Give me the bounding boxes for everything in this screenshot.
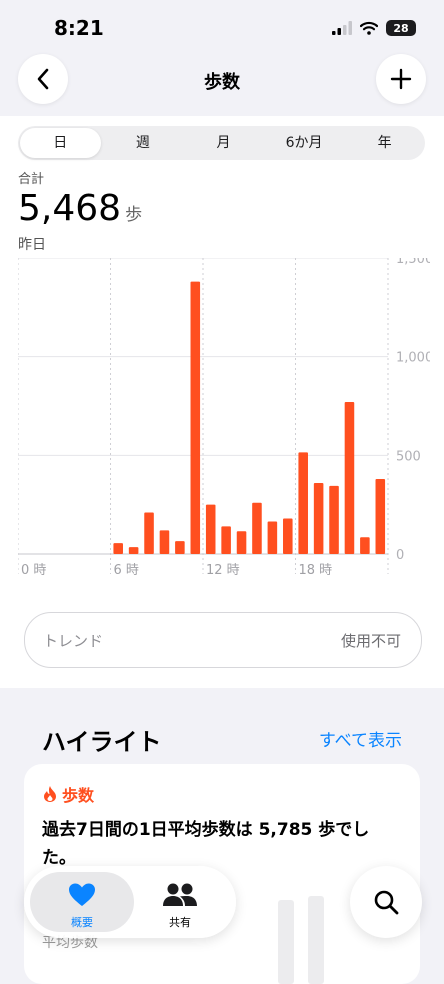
- bar-hour-11: [190, 281, 201, 554]
- show-all-link[interactable]: すべて表示: [319, 726, 402, 751]
- bar-hour-19: [313, 482, 324, 554]
- status-bar: 8:21 28: [0, 0, 444, 60]
- segment-week[interactable]: 週: [103, 126, 184, 160]
- bar-hour-20: [329, 485, 339, 554]
- tab-summary-label: 概要: [71, 916, 93, 929]
- tab-sharing[interactable]: 共有: [128, 872, 232, 932]
- total-unit: 歩: [125, 205, 143, 225]
- people-icon: [163, 883, 197, 906]
- trend-label: トレンド: [43, 632, 104, 650]
- plus-icon: [390, 68, 412, 90]
- signal-icon: [332, 21, 352, 35]
- bar-hour-10: [175, 541, 185, 554]
- highlight-text: 過去7日間の1日平均歩数は 5,785 歩でした。: [42, 820, 370, 868]
- status-time: 8:21: [54, 16, 104, 40]
- search-button[interactable]: [350, 866, 422, 938]
- tab-sharing-icon-wrap: [128, 882, 232, 912]
- trend-value: 使用不可: [340, 632, 401, 650]
- highlights-title: ハイライト: [42, 728, 162, 756]
- time-range-segmented-control: 日 週 月 6か月 年: [18, 126, 425, 160]
- bar-hour-14: [236, 531, 247, 554]
- hourly-steps-chart[interactable]: 1,500 1,000 500 0 0 時 6 時 12 時 18 時: [18, 258, 430, 588]
- y-tick-label: 1,000: [396, 351, 430, 366]
- highlight-header: 歩数: [42, 782, 94, 806]
- tab-summary-icon-wrap: [30, 882, 134, 912]
- date-label: 昨日: [18, 237, 46, 253]
- y-tick-label: 0: [396, 548, 404, 563]
- bar-hour-15: [252, 502, 262, 554]
- bar-hour-21: [344, 402, 355, 554]
- highlight-category: 歩数: [62, 786, 95, 805]
- bar-hour-12: [205, 504, 216, 554]
- bar-hour-9: [159, 530, 170, 554]
- bar-hour-23: [375, 479, 386, 554]
- total-number: 5,468: [18, 188, 122, 229]
- x-tick-label: 12 時: [206, 563, 240, 578]
- search-icon: [374, 890, 399, 915]
- add-data-button[interactable]: [376, 54, 426, 104]
- segment-year[interactable]: 年: [344, 126, 425, 160]
- segment-month[interactable]: 月: [183, 126, 264, 160]
- wifi-icon: [360, 21, 378, 35]
- bar-hour-6: [113, 543, 123, 554]
- bar-hour-8: [144, 512, 154, 554]
- bar-hour-18: [298, 452, 308, 554]
- bar-hour-7: [128, 547, 139, 554]
- y-tick-label: 500: [396, 449, 421, 464]
- comparison-bar: [278, 900, 294, 984]
- y-tick-label: 1,500: [396, 258, 430, 267]
- steps-detail-card: 日 週 月 6か月 年 合計 5,468 歩 昨日 1,500 1,000 500 0 0…: [0, 116, 444, 688]
- flame-icon: [44, 786, 56, 802]
- navigation-bar: 歩数: [0, 54, 444, 110]
- trend-row[interactable]: トレンド 使用不可: [24, 612, 422, 668]
- segment-6-months[interactable]: 6か月: [264, 126, 345, 160]
- heart-icon: [69, 883, 95, 906]
- tab-summary[interactable]: 概要: [30, 872, 134, 932]
- battery-icon: 28: [386, 20, 416, 36]
- bar-hour-17: [283, 518, 293, 554]
- total-value: 5,468 歩: [18, 188, 142, 229]
- tab-bar: 概要 共有: [24, 866, 236, 938]
- bar-hour-16: [267, 521, 278, 554]
- status-icons: 28: [332, 20, 416, 36]
- total-label: 合計: [18, 172, 45, 187]
- segment-day[interactable]: 日: [20, 128, 101, 158]
- tab-sharing-label: 共有: [169, 916, 191, 929]
- x-tick-label: 0 時: [21, 563, 46, 578]
- bar-hour-22: [360, 537, 370, 554]
- bar-hour-13: [221, 526, 231, 554]
- comparison-bar: [308, 896, 324, 984]
- x-tick-label: 18 時: [299, 563, 333, 578]
- x-tick-label: 6 時: [114, 563, 139, 578]
